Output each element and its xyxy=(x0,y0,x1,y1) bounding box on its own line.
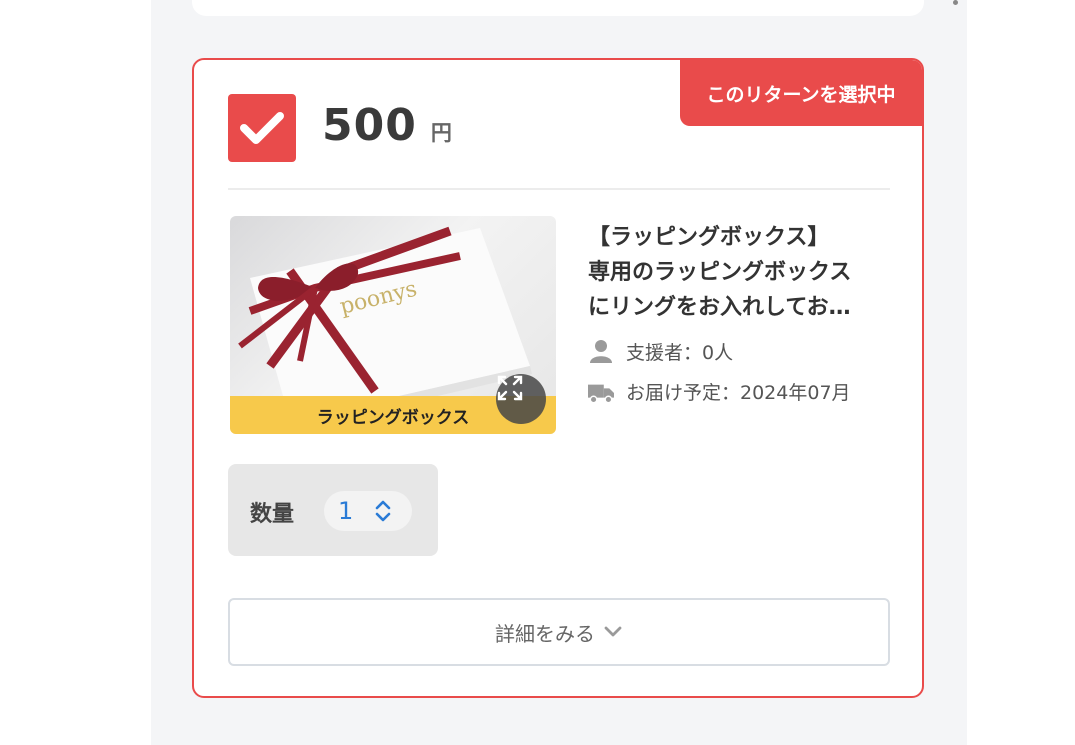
person-icon xyxy=(588,338,614,364)
chevron-down-icon xyxy=(604,626,622,637)
up-down-chevron-icon xyxy=(375,500,391,522)
view-details-button[interactable]: 詳細をみる xyxy=(228,598,890,666)
reward-title-line-1: 【ラッピングボックス】 xyxy=(588,225,830,250)
divider xyxy=(228,188,890,190)
delivery-text: お届け予定：2024年07月 xyxy=(626,382,851,404)
quantity-value: 1 xyxy=(338,497,354,525)
reward-image[interactable]: poonys ラッピングボックス xyxy=(230,216,556,434)
reward-title-line-3: にリングをお入れしてお… xyxy=(588,295,851,320)
price: 500 円 xyxy=(322,100,452,151)
reward-title-line-2: 専用のラッピングボックス xyxy=(588,260,852,285)
reward-title: 【ラッピングボックス】 専用のラッピングボックス にリングをお入れしてお… xyxy=(588,220,894,325)
reward-checkbox[interactable] xyxy=(228,94,296,162)
selected-badge: このリターンを選択中 xyxy=(680,60,922,126)
supporters-count: 支援者：0人 xyxy=(588,338,733,365)
expand-image-button[interactable] xyxy=(496,374,546,424)
quantity-section: 数量 1 xyxy=(228,464,438,556)
previous-reward-card xyxy=(192,0,924,16)
price-unit: 円 xyxy=(430,121,452,145)
check-icon xyxy=(240,112,284,144)
price-amount: 500 xyxy=(322,100,417,151)
reward-card[interactable]: このリターンを選択中 500 円 poonys ラッピングボックス 【ラッピング… xyxy=(192,58,924,698)
supporters-text: 支援者：0人 xyxy=(626,342,734,364)
expand-icon xyxy=(497,375,523,401)
quantity-select[interactable]: 1 xyxy=(324,491,412,531)
scroll-indicator xyxy=(953,0,958,5)
quantity-label: 数量 xyxy=(250,502,295,527)
view-details-label: 詳細をみる xyxy=(495,621,595,646)
truck-icon xyxy=(588,380,614,406)
delivery-date: お届け予定：2024年07月 xyxy=(588,378,888,408)
